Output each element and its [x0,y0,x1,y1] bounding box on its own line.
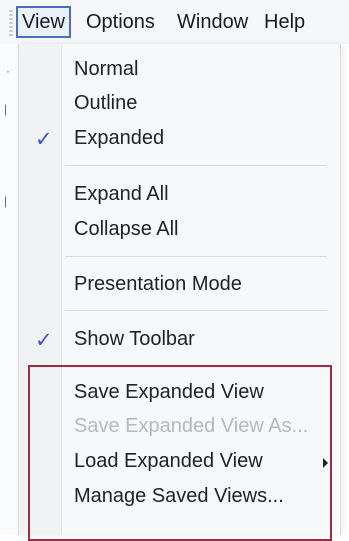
menu-item-presentation-mode[interactable]: Presentation Mode [19,269,340,303]
menu-item-expanded[interactable]: ✓ Expanded [19,123,340,157]
menu-separator [65,165,327,166]
menu-item-label: Expand All [74,183,169,205]
menu-item-expand-all[interactable]: Expand All [19,179,340,213]
menu-window[interactable]: Window [177,7,248,37]
checkmark-icon: ✓ [35,329,53,352]
menu-help[interactable]: Help [264,7,305,37]
background-window-edge: · | | [0,44,18,535]
menu-item-outline[interactable]: Outline [19,88,340,122]
menu-bar: View Options Window Help [0,0,349,44]
menu-item-normal[interactable]: Normal [19,54,340,88]
menu-item-show-toolbar[interactable]: ✓ Show Toolbar [19,324,340,358]
menu-view[interactable]: View [16,6,71,38]
menu-item-collapse-all[interactable]: Collapse All [19,214,340,248]
menu-item-label: Collapse All [74,218,179,240]
background-fragment-3: | [4,194,8,208]
menu-item-label: Expanded [74,127,165,149]
menu-item-label: Show Toolbar [74,328,195,350]
menu-separator [65,256,327,257]
menu-item-label: Presentation Mode [74,273,242,295]
checkmark-icon: ✓ [35,128,53,151]
view-dropdown-menu: Normal Outline ✓ Expanded Expand All Col… [18,44,341,541]
highlight-box [28,365,332,541]
menubar-grip [9,10,13,38]
menu-item-label: Normal [74,58,139,80]
menu-separator [65,310,327,311]
background-fragment-1: · [6,64,10,78]
background-fragment-2: | [4,102,8,116]
menu-options[interactable]: Options [86,7,155,37]
menu-item-label: Outline [74,92,138,114]
